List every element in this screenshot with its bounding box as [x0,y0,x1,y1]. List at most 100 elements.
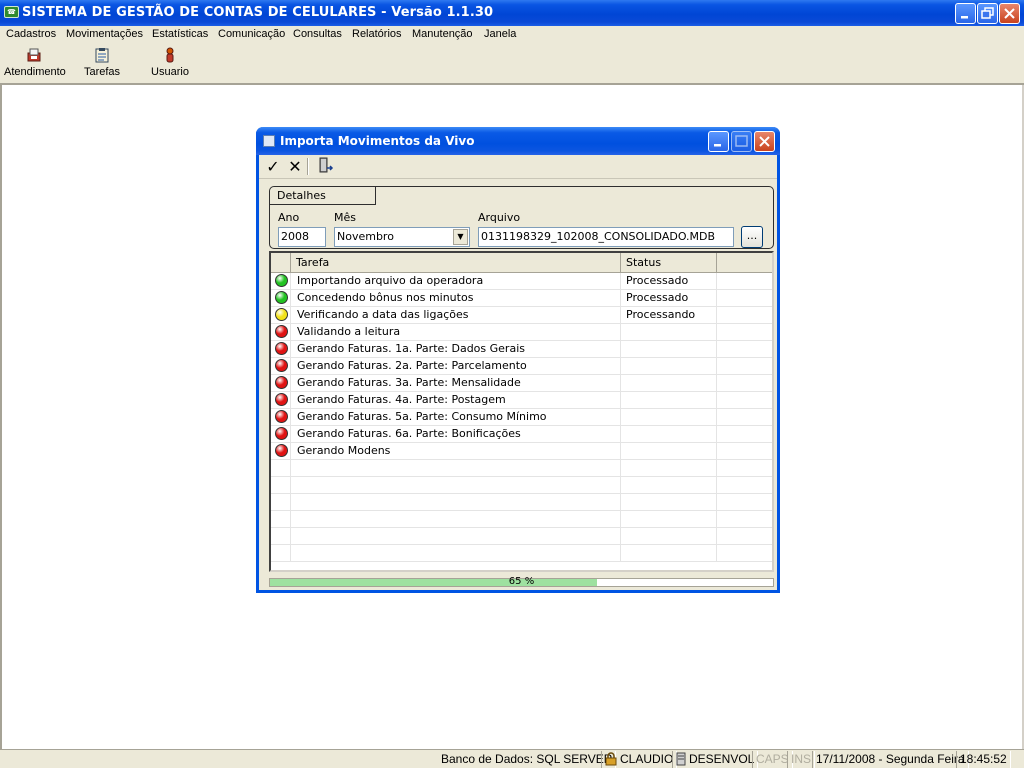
table-row[interactable]: Gerando Faturas. 1a. Parte: Dados Gerais [271,341,772,358]
confirm-button[interactable]: ✓ [263,157,283,177]
details-tab-label: Detalhes [277,189,326,202]
empty-cell [717,341,772,357]
status-indicator-cell [271,477,291,493]
menu-janela[interactable]: Janela [484,28,516,40]
empty-table-row[interactable] [271,477,772,494]
tarefa-cell: Gerando Faturas. 5a. Parte: Consumo Míni… [291,409,621,425]
app-title-bar[interactable]: ☎ SISTEMA DE GESTÃO DE CONTAS DE CELULAR… [0,0,1024,26]
table-row[interactable]: Validando a leitura [271,324,772,341]
status-user: CLAUDIO [601,751,678,768]
close-button[interactable] [999,3,1020,24]
status-cell [621,358,717,374]
status-dot-icon [275,325,288,338]
arquivo-label: Arquivo [478,211,521,224]
table-row[interactable]: Gerando Faturas. 2a. Parte: Parcelamento [271,358,772,375]
empty-table-row[interactable] [271,460,772,477]
x-icon: ✕ [288,157,302,176]
dialog-minimize-button[interactable] [708,131,729,152]
status-indicator-cell [271,290,291,306]
tarefa-cell [291,511,621,527]
chevron-down-icon[interactable]: ▼ [453,229,468,245]
table-row[interactable]: Importando arquivo da operadora Processad… [271,273,772,290]
tarefa-cell: Validando a leitura [291,324,621,340]
usuario-label: Usuario [151,66,189,78]
table-row[interactable]: Verificando a data das ligações Processan… [271,307,772,324]
column-header-status[interactable]: Status [621,253,717,273]
table-row[interactable]: Gerando Faturas. 5a. Parte: Consumo Míni… [271,409,772,426]
status-database: Banco de Dados: SQL SERVER [438,751,617,768]
empty-cell [717,443,772,459]
tasks-grid[interactable]: Tarefa Status Importando arquivo da oper… [269,251,774,572]
status-cell [621,494,717,510]
menu-cadastros[interactable]: Cadastros [6,28,56,40]
column-header-tarefa[interactable]: Tarefa [291,253,621,273]
menu-comunicacao[interactable]: Comunicação [218,28,285,40]
status-dot-icon [275,342,288,355]
status-indicator-cell [271,307,291,323]
mes-select[interactable]: Novembro ▼ [334,227,470,247]
ano-input[interactable]: 2008 [278,227,326,247]
empty-cell [717,477,772,493]
dialog-title-bar[interactable]: Importa Movimentos da Vivo [256,127,780,155]
main-toolbar: Atendimento Tarefas Usuario [0,44,1024,85]
clipboard-icon [95,48,109,63]
empty-table-row[interactable] [271,528,772,545]
status-cell [621,409,717,425]
empty-table-row[interactable] [271,545,772,562]
empty-table-row[interactable] [271,494,772,511]
status-dot-icon [275,410,288,423]
exit-button[interactable] [316,157,336,177]
tarefa-cell [291,494,621,510]
status-indicator-cell [271,392,291,408]
tarefa-cell: Importando arquivo da operadora [291,273,621,289]
mes-label: Mês [334,211,356,224]
tarefa-cell: Gerando Modens [291,443,621,459]
empty-cell [717,528,772,544]
status-indicator-cell [271,409,291,425]
cancel-button[interactable]: ✕ [285,157,305,177]
restore-button[interactable] [977,3,998,24]
table-row[interactable]: Gerando Faturas. 6a. Parte: Bonificações [271,426,772,443]
empty-cell [717,426,772,442]
empty-cell [717,358,772,374]
atendimento-button[interactable]: Atendimento [4,47,66,78]
browse-file-button[interactable]: ... [741,226,763,248]
restore-icon [981,7,994,19]
empty-cell [717,545,772,561]
table-row[interactable]: Gerando Faturas. 3a. Parte: Mensalidade [271,375,772,392]
close-icon [759,136,770,147]
user-icon [166,47,174,63]
menu-relatorios[interactable]: Relatórios [352,28,402,40]
details-tab[interactable]: Detalhes [270,187,376,205]
empty-cell [717,494,772,510]
table-row[interactable]: Gerando Modens [271,443,772,460]
empty-cell [717,273,772,289]
status-dot-icon [275,359,288,372]
tarefa-cell: Verificando a data das ligações [291,307,621,323]
empty-cell [717,324,772,340]
usuario-button[interactable]: Usuario [150,47,190,78]
table-row[interactable]: Concedendo bônus nos minutos Processado [271,290,772,307]
import-dialog: Importa Movimentos da Vivo ✓ ✕ Detalhes [256,127,780,593]
menu-manutencao[interactable]: Manutenção [412,28,473,40]
tarefas-button[interactable]: Tarefas [82,47,122,78]
arquivo-input[interactable]: 0131198329_102008_CONSOLIDADO.MDB [478,227,734,247]
menu-estatisticas[interactable]: Estatísticas [152,28,208,40]
minimize-button[interactable] [955,3,976,24]
status-ins: INS [787,751,816,768]
tarefa-cell [291,545,621,561]
mes-value: Novembro [337,230,394,243]
status-time: 18:45:52 [956,751,1011,768]
dialog-maximize-button[interactable] [731,131,752,152]
menu-consultas[interactable]: Consultas [293,28,342,40]
status-indicator-cell [271,528,291,544]
status-cell [621,341,717,357]
empty-table-row[interactable] [271,511,772,528]
status-indicator-cell [271,341,291,357]
status-cell [621,375,717,391]
dialog-close-button[interactable] [754,131,775,152]
menu-movimentacoes[interactable]: Movimentações [66,28,143,40]
details-group: Detalhes Ano Mês Arquivo 2008 Novembro ▼… [269,186,774,249]
status-cell [621,511,717,527]
table-row[interactable]: Gerando Faturas. 4a. Parte: Postagem [271,392,772,409]
